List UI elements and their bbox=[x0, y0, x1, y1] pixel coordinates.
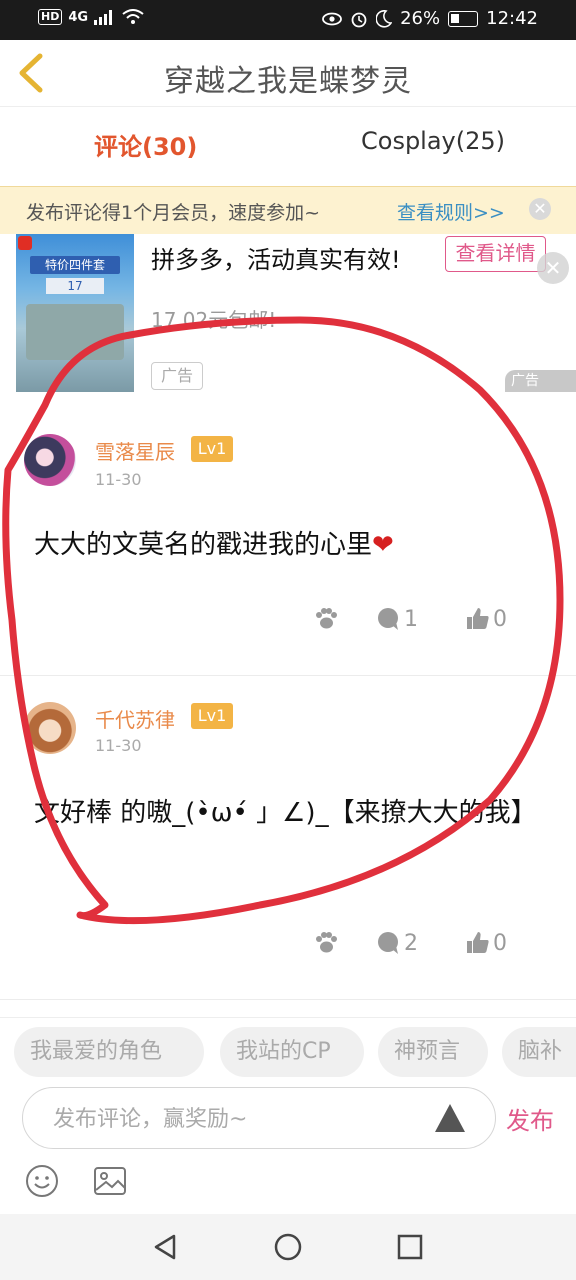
topic-suggestions: 我最爱的角色 我站的CP 神预言 脑补 bbox=[0, 1017, 576, 1089]
notice-text: 发布评论得1个月会员，速度参加~ bbox=[26, 202, 321, 224]
like-button[interactable]: 0 bbox=[465, 930, 507, 956]
username[interactable]: 雪落星辰 bbox=[95, 436, 175, 465]
page-title: 穿越之我是蝶梦灵 bbox=[164, 64, 412, 99]
tab-comments[interactable]: 评论(30) bbox=[94, 127, 197, 162]
topic-chip[interactable]: 我站的CP bbox=[220, 1027, 364, 1077]
avatar[interactable] bbox=[24, 702, 76, 754]
tab-bar: 评论(30) Cosplay(25) bbox=[0, 106, 576, 186]
topic-chip[interactable]: 神预言 bbox=[378, 1027, 488, 1077]
eye-icon bbox=[322, 12, 343, 25]
status-bar: HD 4G 26% 12:42 bbox=[0, 0, 576, 40]
comment-text: 大大的文莫名的戳进我的心里❤ bbox=[34, 522, 536, 568]
triangle-send-icon[interactable] bbox=[433, 1102, 467, 1134]
paw-button[interactable] bbox=[313, 930, 339, 956]
system-nav-bar bbox=[0, 1214, 576, 1280]
signal-label: 4G bbox=[68, 9, 89, 25]
ad-corner-text: 广告 bbox=[511, 373, 539, 389]
level-badge: Lv1 bbox=[191, 436, 233, 462]
clock: 12:42 bbox=[486, 8, 538, 29]
comment-date: 11-30 bbox=[95, 736, 142, 755]
comment-text: 文好棒 的嗷_(•̀ω•́ 」∠)_【来撩大大的我】 bbox=[34, 798, 537, 828]
comment-date: 11-30 bbox=[95, 470, 142, 489]
network-badge: HD bbox=[38, 9, 63, 25]
thumbs-up-icon bbox=[467, 608, 489, 629]
ad-image[interactable]: 特价四件套 17 bbox=[16, 234, 134, 392]
comment-body: 大大的文莫名的戳进我的心里 bbox=[34, 530, 373, 560]
view-rules-link[interactable]: 查看规则>> bbox=[397, 198, 505, 225]
like-button[interactable]: 0 bbox=[465, 606, 507, 632]
ad-close-icon[interactable]: ✕ bbox=[537, 252, 569, 284]
paw-icon bbox=[316, 608, 337, 629]
status-right: 26% 12:42 bbox=[322, 8, 538, 29]
wifi-icon bbox=[122, 9, 144, 24]
ad-title: 拼多多，活动真实有效! bbox=[151, 246, 401, 274]
topic-chip[interactable]: 脑补 bbox=[502, 1027, 576, 1077]
home-circle-icon[interactable] bbox=[272, 1231, 304, 1263]
moon-icon bbox=[376, 9, 393, 28]
status-left: HD 4G bbox=[38, 9, 144, 25]
notice-bar: 发布评论得1个月会员，速度参加~ 查看规则>> bbox=[0, 186, 576, 234]
topic-chip[interactable]: 我最爱的角色 bbox=[14, 1027, 204, 1077]
comment-bubble-icon bbox=[378, 932, 398, 954]
ad-subtitle: 17.02元包邮! bbox=[151, 308, 277, 332]
bedding-picture bbox=[26, 304, 124, 360]
heart-emoji: ❤ bbox=[372, 530, 394, 560]
ad-corner-label: 广告 bbox=[505, 370, 576, 392]
comment-count: 1 bbox=[404, 606, 418, 632]
reply-button[interactable]: 2 bbox=[376, 930, 418, 956]
app-logo-icon bbox=[18, 236, 32, 250]
ad-card[interactable]: 特价四件套 17 拼多多，活动真实有效! 查看详情 ✕ 17.02元包邮! 广告… bbox=[0, 234, 576, 394]
reply-button[interactable]: 1 bbox=[376, 606, 418, 632]
comment-input[interactable] bbox=[53, 1102, 413, 1136]
tab-cosplay[interactable]: Cosplay(25) bbox=[361, 127, 505, 155]
battery-icon bbox=[448, 10, 479, 27]
publish-button[interactable]: 发布 bbox=[506, 1101, 554, 1136]
image-icon[interactable] bbox=[92, 1163, 128, 1199]
battery-percent: 26% bbox=[400, 8, 441, 29]
like-count: 0 bbox=[493, 606, 507, 632]
comment-input-box[interactable] bbox=[22, 1087, 496, 1149]
top-navbar: 穿越之我是蝶梦灵 bbox=[0, 40, 576, 106]
signal-icon bbox=[94, 10, 113, 25]
comment-bubble-icon bbox=[378, 608, 398, 630]
emoji-icon[interactable] bbox=[24, 1163, 60, 1199]
close-icon[interactable]: ✕ bbox=[529, 198, 551, 220]
comment-count: 2 bbox=[404, 930, 418, 956]
ad-image-price: 17 bbox=[46, 278, 104, 294]
back-triangle-icon[interactable] bbox=[150, 1231, 182, 1263]
thumbs-up-icon bbox=[467, 932, 489, 953]
comment-actions: 2 0 bbox=[0, 930, 576, 970]
level-badge: Lv1 bbox=[191, 703, 233, 729]
avatar[interactable] bbox=[24, 434, 76, 486]
ad-tag: 广告 bbox=[151, 362, 203, 390]
recent-apps-icon[interactable] bbox=[394, 1231, 426, 1263]
username[interactable]: 千代苏律 bbox=[95, 704, 175, 733]
comment-actions: 1 0 bbox=[0, 606, 576, 646]
view-details-button[interactable]: 查看详情 bbox=[445, 236, 546, 272]
like-count: 0 bbox=[493, 930, 507, 956]
comment-item: 千代苏律 Lv1 11-30 文好棒 的嗷_(•̀ω•́ 」∠)_【来撩大大的我… bbox=[0, 676, 576, 1000]
ad-image-banner: 特价四件套 bbox=[30, 256, 120, 274]
alarm-icon bbox=[351, 12, 367, 27]
paw-icon bbox=[316, 932, 337, 953]
comment-item: 雪落星辰 Lv1 11-30 大大的文莫名的戳进我的心里❤ 1 0 bbox=[0, 394, 576, 676]
paw-button[interactable] bbox=[313, 606, 339, 632]
